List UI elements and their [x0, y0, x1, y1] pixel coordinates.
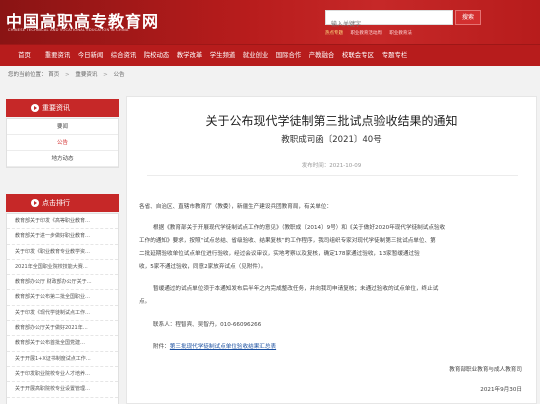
rank-item[interactable]: 关于印发《职业教育专业教学资…: [7, 245, 118, 260]
sidebar-news-menu: 要闻 公告 地方动态: [6, 118, 119, 168]
rank-item[interactable]: 教育部关于公布第二批全国职业…: [7, 290, 118, 306]
rank-item[interactable]: 2021年全国职业院校技能大赛…: [7, 260, 118, 276]
article-contact: 联系人：程智宾、吴智丹，010-66096266: [153, 322, 262, 328]
sidebar-news-title: 重要资讯: [42, 104, 70, 112]
breadcrumb-prefix: 您的当前位置：: [8, 72, 47, 78]
breadcrumb: 您的当前位置： 首页 > 重要资讯 > 公告: [8, 70, 125, 78]
search-box[interactable]: [325, 10, 453, 32]
article-para1-line: 工作的通知》要求，按照“试点总结、省级验收、结果复核”的工作程序，我司组织专家对…: [139, 238, 436, 244]
nav-item-general-news[interactable]: 综合资讯: [107, 45, 140, 66]
sidebar-rank-title: 点击排行: [42, 199, 70, 207]
rank-item[interactable]: 关于印发《现代学徒制试点工作…: [7, 306, 118, 322]
site-logo-subtitle: CHINESE TECHNICAL AND VOCATIONAL EDUCATI…: [8, 28, 129, 32]
sidebar-item-headlines[interactable]: 要闻: [7, 119, 118, 135]
nav-item-alliance[interactable]: 校联会专区: [338, 45, 378, 66]
nav-item-school-news[interactable]: 院校动态: [140, 45, 173, 66]
page: 中国高职高专教育网 CHINESE TECHNICAL AND VOCATION…: [0, 0, 540, 404]
article-divider: [147, 175, 518, 176]
breadcrumb-separator: >: [65, 72, 70, 78]
rank-item[interactable]: 关于印发职业院校专业人才培养…: [7, 367, 118, 383]
article-sign-date: 2021年9月30日: [480, 387, 522, 393]
sidebar-item-announcements[interactable]: 公告: [7, 135, 118, 151]
nav-item-employment[interactable]: 就业创业: [239, 45, 272, 66]
hot-links: 热点专题 职业教育活动周 职业教育法: [325, 30, 418, 36]
nav-item-today-news[interactable]: 今日新闻: [74, 45, 107, 66]
rank-item[interactable]: 关于开展1+X证书制度试点工作…: [7, 352, 118, 367]
rank-item[interactable]: 教育部办公厅 财政部办公厅关于…: [7, 275, 118, 291]
hot-link[interactable]: 热点专题: [325, 31, 343, 36]
article-doc-number: 教职成司函〔2021〕40号: [281, 135, 382, 145]
rank-item[interactable]: 教育部办公厅关于做好2021年…: [7, 321, 118, 337]
sidebar-news-header: 重要资讯: [6, 99, 119, 117]
breadcrumb-separator: >: [103, 72, 108, 78]
nav-item-international[interactable]: 国际合作: [272, 45, 305, 66]
article-date: 发布时间：2021-10-09: [301, 163, 362, 169]
arrow-circle-icon: [31, 104, 39, 112]
article-para2-line: 暂缓通过的试点单位须于本通知发布后半年之内完成整改任务，并向我司申请复核；未通过…: [153, 286, 439, 292]
breadcrumb-important-news[interactable]: 重要资讯: [75, 72, 97, 78]
article-para2-line: 点。: [139, 299, 151, 305]
sidebar-rank-list: 教育部关于印发《高等职业教育… 教育部关于进一步做好职业教育… 关于印发《职业教…: [6, 213, 119, 404]
attachment-label: 附件：: [153, 344, 170, 350]
attachment-link[interactable]: 第三批现代学徒制试点单位验收结果汇总表: [170, 344, 276, 350]
arrow-circle-icon: [31, 199, 39, 207]
rank-item[interactable]: 教育部关于公布首批全国党建…: [7, 336, 118, 352]
article-para1-line: 收，5家不通过验收，同意2家放弃试点（见附件）。: [139, 264, 267, 270]
nav-item-home[interactable]: 首页: [8, 45, 41, 66]
rank-item[interactable]: 教育部关于印发《高等职业教育…: [7, 214, 118, 230]
nav-item-topics[interactable]: 专题专栏: [378, 45, 411, 66]
breadcrumb-current[interactable]: 公告: [114, 72, 125, 78]
site-header: 中国高职高专教育网 CHINESE TECHNICAL AND VOCATION…: [0, 0, 540, 44]
nav-item-teaching-reform[interactable]: 教学改革: [173, 45, 206, 66]
rank-item[interactable]: 关于开展高职院校专业设置管理…: [7, 382, 118, 398]
breadcrumb-home[interactable]: 首页: [48, 72, 59, 78]
search-button[interactable]: 搜索: [455, 10, 481, 25]
article-para1-line: 二批延期验收单位试点单位进行验收，经过会议审议，实地考察以及复核，确定178家通…: [139, 251, 420, 257]
article-title: 关于公布现代学徒制第三批试点验收结果的通知: [205, 114, 458, 128]
article-para1-line: 根据《教育部关于开展现代学徒制试点工作的意见》（教职成〔2014〕9号）和《关于…: [153, 225, 446, 231]
hot-link[interactable]: 职业教育法: [389, 31, 412, 36]
main-nav: 首页 重要资讯 今日新闻 综合资讯 院校动态 教学改革 学生频道 就业创业 国际…: [0, 44, 540, 66]
hot-link[interactable]: 职业教育活动周: [350, 31, 382, 36]
sidebar-item-local-news[interactable]: 地方动态: [7, 151, 118, 167]
article: 关于公布现代学徒制第三批试点验收结果的通知 教职成司函〔2021〕40号 发布时…: [126, 96, 537, 404]
nav-item-industry[interactable]: 产教融合: [305, 45, 338, 66]
article-attachment: 附件：第三批现代学徒制试点单位验收结果汇总表: [153, 341, 276, 353]
nav-item-important-news[interactable]: 重要资讯: [41, 45, 74, 66]
article-signature: 教育部职业教育与成人教育司: [449, 367, 522, 373]
sidebar-rank-header: 点击排行: [6, 194, 119, 212]
nav-item-students[interactable]: 学生频道: [206, 45, 239, 66]
rank-item[interactable]: 教育部关于进一步做好职业教育…: [7, 229, 118, 245]
article-salutation: 各省、自治区、直辖市教育厅（教委），新疆生产建设兵团教育局，有关单位：: [139, 204, 332, 210]
